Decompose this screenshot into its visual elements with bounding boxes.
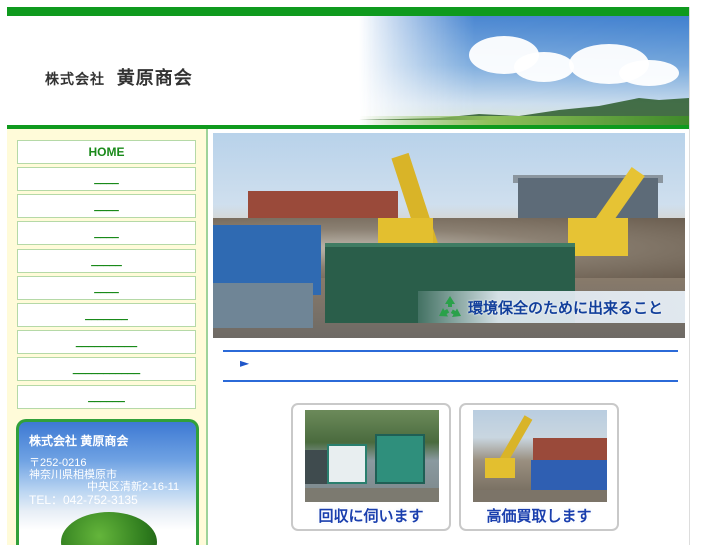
ground: [305, 488, 439, 502]
nav-item-6[interactable]: ____: [17, 276, 196, 300]
page-right-edge: [689, 7, 690, 545]
building-shape: [533, 438, 607, 460]
truck-shape: [305, 450, 327, 484]
nav-item-8[interactable]: __________: [17, 330, 196, 354]
nav-item-4[interactable]: ____: [17, 221, 196, 245]
info-company-name: 株式会社 黄原商会: [29, 434, 129, 448]
nav-item-home[interactable]: HOME: [17, 140, 196, 164]
header-cloud: [619, 60, 679, 86]
trucks-photo: [305, 410, 439, 502]
main-content: 環境保全のために出来ること ► 回収に伺います 高価買取します: [210, 129, 689, 545]
section-rule-top: [223, 350, 678, 352]
collect-service-button[interactable]: 回収に伺います: [291, 403, 451, 531]
recycle-icon: [439, 296, 461, 317]
hero-truck: [213, 283, 313, 328]
info-tel: TEL：042-752-3135: [29, 493, 138, 507]
buy-label: 高価買取します: [486, 507, 592, 525]
nav-item-5[interactable]: _____: [17, 249, 196, 273]
header-cloud: [514, 52, 574, 82]
nav-item-7[interactable]: _______: [17, 303, 196, 327]
company-name: 黄原商会: [116, 68, 193, 89]
hero-image: 環境保全のために出来ること: [213, 133, 685, 338]
nav-item-9[interactable]: ___________: [17, 357, 196, 381]
hero-caption: 環境保全のために出来ること: [468, 299, 664, 317]
truck-shape: [327, 444, 367, 484]
nav-item-10[interactable]: ______: [17, 385, 196, 409]
ground: [473, 490, 607, 502]
excavator-shape: [485, 458, 515, 478]
nav-item-2[interactable]: ____: [17, 167, 196, 191]
excavator-photo: [473, 410, 607, 502]
company-info-box: 株式会社 黄原商会 〒252-0216 神奈川県相模原市 中央区清新2-16-1…: [16, 419, 199, 545]
collect-label: 回収に伺います: [318, 507, 424, 525]
buy-service-button[interactable]: 高価買取します: [459, 403, 619, 531]
sidebar: HOME ____ ____ ____ _____ ____ _______ _…: [7, 129, 208, 545]
arrow-right-icon: ►: [240, 356, 250, 370]
company-prefix: 株式会社: [45, 72, 105, 88]
truck-shape: [375, 434, 425, 484]
nav-item-3[interactable]: ____: [17, 194, 196, 218]
dumpster-shape: [531, 460, 607, 494]
header-banner: 株式会社 黄原商会: [7, 16, 689, 126]
company-logo[interactable]: 株式会社 黄原商会: [45, 64, 193, 90]
section-rule-bottom: [223, 380, 678, 382]
hero-excavator: [568, 218, 628, 256]
page: 株式会社 黄原商会 HOME ____ ____ ____ _____ ____…: [0, 0, 727, 545]
tree-image: [61, 512, 157, 545]
top-green-bar: [7, 7, 689, 16]
